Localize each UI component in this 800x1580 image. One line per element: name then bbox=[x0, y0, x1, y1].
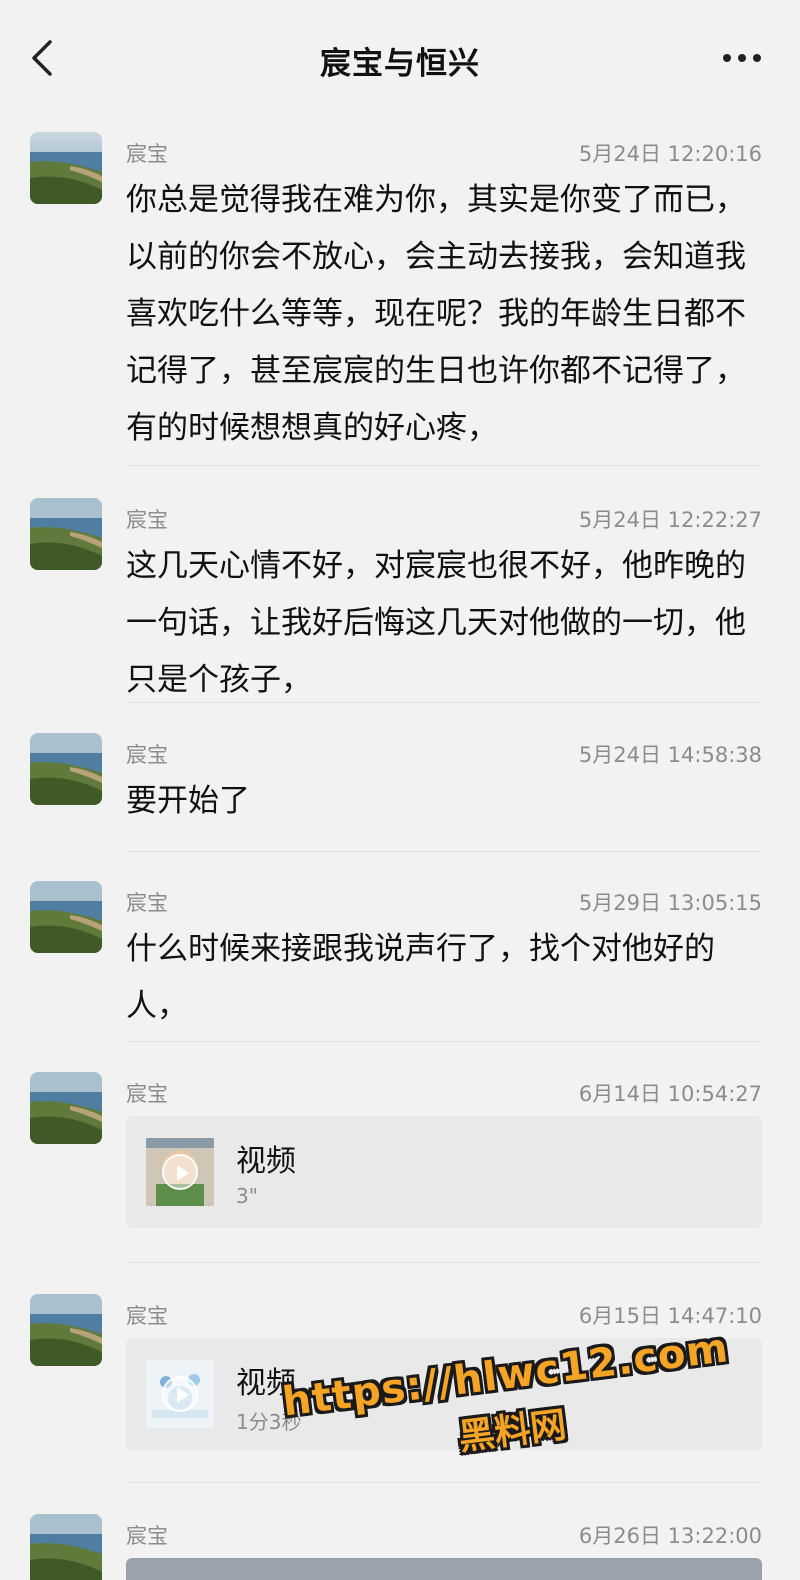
message-text: 要开始了 bbox=[126, 783, 250, 819]
media-preview[interactable] bbox=[126, 1558, 762, 1580]
video-title: 视频 bbox=[236, 1144, 296, 1179]
sender-name: 宸宝 bbox=[126, 743, 168, 767]
avatar[interactable] bbox=[30, 498, 102, 570]
chat-history-page: 宸宝与恒兴 宸宝 5月24日 12:20:16 你总是觉得我在难为你，其实是你变… bbox=[0, 0, 800, 1580]
play-icon bbox=[162, 1154, 198, 1190]
avatar[interactable] bbox=[30, 1514, 102, 1580]
top-bar: 宸宝与恒兴 bbox=[0, 0, 800, 118]
message-text: 你总是觉得我在难为你，其实是你变了而已，以前的你会不放心，会主动去接我，会知道我… bbox=[126, 182, 746, 446]
video-thumbnail bbox=[146, 1138, 214, 1206]
divider bbox=[126, 1262, 762, 1263]
video-message-card[interactable]: 视频 3" bbox=[126, 1116, 762, 1228]
play-icon bbox=[162, 1376, 198, 1412]
divider bbox=[126, 851, 762, 852]
divider bbox=[126, 1041, 762, 1042]
message-time: 6月26日 13:22:00 bbox=[578, 1524, 762, 1548]
sender-name: 宸宝 bbox=[126, 508, 168, 532]
sender-name: 宸宝 bbox=[126, 142, 168, 166]
video-thumbnail bbox=[146, 1360, 214, 1428]
avatar[interactable] bbox=[30, 132, 102, 204]
avatar[interactable] bbox=[30, 733, 102, 805]
more-button[interactable] bbox=[714, 38, 770, 78]
avatar[interactable] bbox=[30, 1072, 102, 1144]
message-time: 6月15日 14:47:10 bbox=[578, 1304, 762, 1328]
sender-name: 宸宝 bbox=[126, 891, 168, 915]
message-item: 宸宝 5月29日 13:05:15 什么时候来接跟我说声行了，找个对他好的人， bbox=[0, 881, 800, 1043]
message-item: 宸宝 5月24日 12:22:27 这几天心情不好，对宸宸也很不好，他昨晚的一句… bbox=[0, 498, 800, 704]
message-item: 宸宝 6月14日 10:54:27 视频 3" bbox=[0, 1072, 800, 1264]
message-time: 5月24日 14:58:38 bbox=[578, 743, 762, 767]
message-time: 5月24日 12:20:16 bbox=[578, 142, 762, 166]
message-item: 宸宝 5月24日 14:58:38 要开始了 bbox=[0, 733, 800, 853]
avatar[interactable] bbox=[30, 1294, 102, 1366]
sender-name: 宸宝 bbox=[126, 1304, 168, 1328]
message-time: 5月24日 12:22:27 bbox=[578, 508, 762, 532]
sender-name: 宸宝 bbox=[126, 1524, 168, 1548]
message-item: 宸宝 6月26日 13:22:00 bbox=[0, 1514, 800, 1580]
more-dots-icon bbox=[723, 54, 761, 62]
page-title: 宸宝与恒兴 bbox=[320, 46, 480, 82]
video-duration: 3" bbox=[236, 1184, 258, 1208]
sender-name: 宸宝 bbox=[126, 1082, 168, 1106]
message-item: 宸宝 5月24日 12:20:16 你总是觉得我在难为你，其实是你变了而已，以前… bbox=[0, 132, 800, 466]
divider bbox=[126, 702, 762, 703]
divider bbox=[126, 465, 762, 466]
message-time: 5月29日 13:05:15 bbox=[578, 891, 762, 915]
avatar[interactable] bbox=[30, 881, 102, 953]
message-text: 这几天心情不好，对宸宸也很不好，他昨晚的一句话，让我好后悔这几天对他做的一切，他… bbox=[126, 548, 746, 698]
message-text: 什么时候来接跟我说声行了，找个对他好的人， bbox=[126, 931, 715, 1024]
message-time: 6月14日 10:54:27 bbox=[578, 1082, 762, 1106]
